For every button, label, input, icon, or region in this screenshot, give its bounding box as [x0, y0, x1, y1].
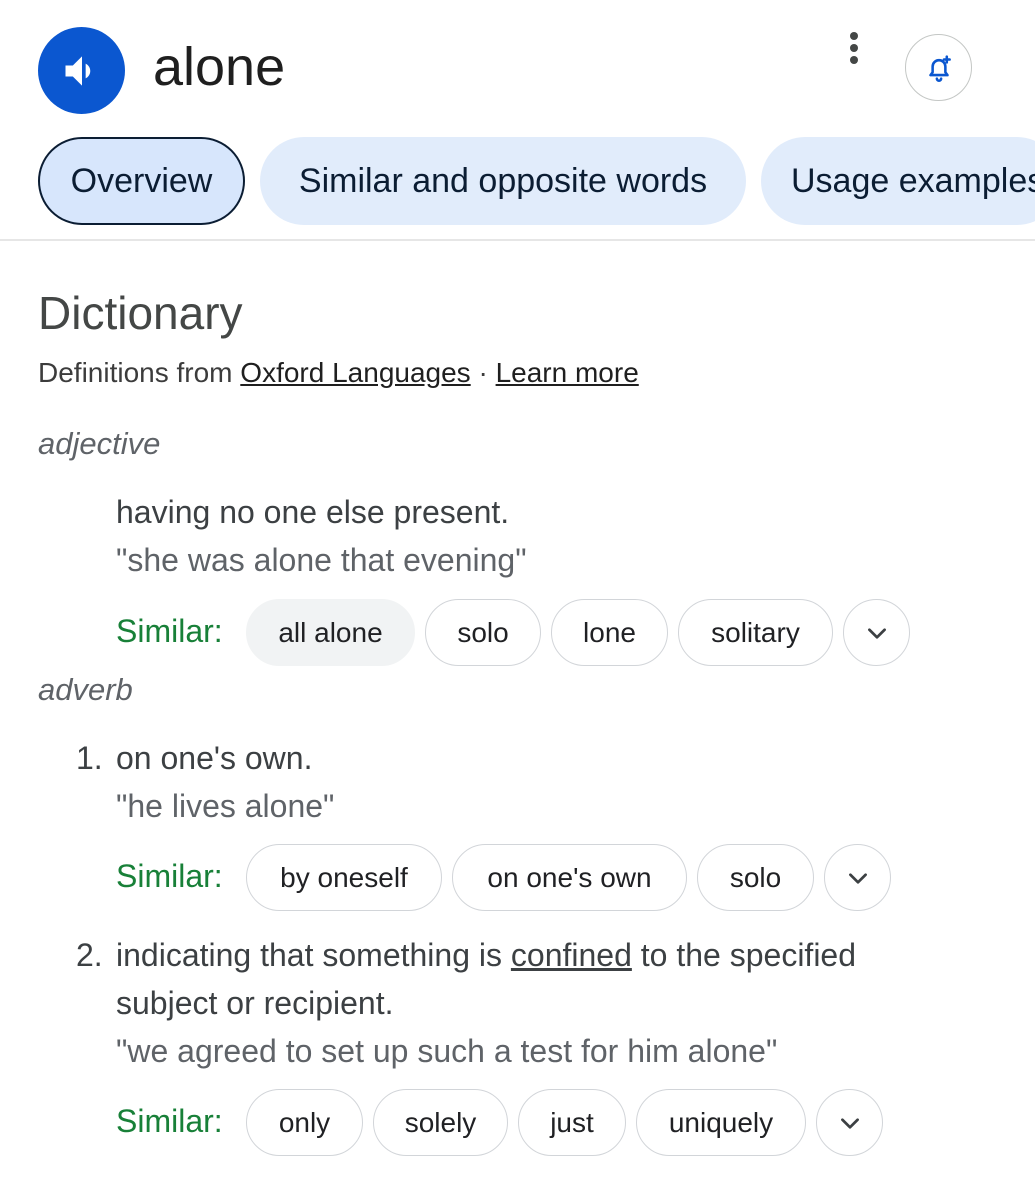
similar-chip[interactable]: solo: [697, 844, 814, 911]
more-vert-icon[interactable]: [838, 28, 870, 68]
definition-text: to the specified: [631, 937, 857, 973]
part-of-speech-adverb: adverb: [38, 672, 133, 707]
similar-chip[interactable]: solely: [373, 1089, 508, 1156]
source-prefix: Definitions from: [38, 357, 241, 388]
definition-text: indicating that something is: [116, 937, 511, 973]
learn-more-link[interactable]: Learn more: [496, 357, 639, 388]
expand-similar-button[interactable]: [816, 1089, 883, 1156]
expand-similar-button[interactable]: [843, 599, 910, 666]
tab-usage-examples[interactable]: Usage examples: [761, 137, 1035, 225]
pronunciation-button[interactable]: [38, 27, 125, 114]
dictionary-title: Dictionary: [38, 287, 243, 339]
similar-chip[interactable]: by oneself: [246, 844, 442, 911]
similar-chip[interactable]: solitary: [678, 599, 833, 666]
similar-chip[interactable]: uniquely: [636, 1089, 806, 1156]
expand-similar-button[interactable]: [824, 844, 891, 911]
similar-chip[interactable]: solo: [425, 599, 541, 666]
source-separator: ·: [470, 357, 496, 388]
tab-similar-and-opposite-words[interactable]: Similar and opposite words: [260, 137, 746, 225]
definition: indicating that something is confined to…: [116, 931, 856, 979]
example: "we agreed to set up such a test for him…: [116, 1033, 778, 1069]
confined-link[interactable]: confined: [511, 937, 632, 973]
tab-overview[interactable]: Overview: [38, 137, 245, 225]
similar-label: Similar:: [116, 1103, 223, 1139]
chevron-down-icon: [867, 627, 886, 639]
example: "he lives alone": [116, 788, 335, 824]
definition: having no one else present.: [116, 494, 510, 530]
definition: on one's own.: [116, 740, 313, 776]
add-alert-button[interactable]: [905, 34, 972, 101]
definition-continued: subject or recipient.: [116, 985, 394, 1021]
sense-number: 1.: [76, 740, 103, 776]
headword: alone: [153, 37, 286, 97]
similar-chip[interactable]: all alone: [246, 599, 415, 666]
oxford-languages-link[interactable]: Oxford Languages: [240, 357, 470, 388]
header: alone: [0, 0, 1035, 130]
similar-chip[interactable]: lone: [551, 599, 668, 666]
example: "she was alone that evening": [116, 542, 527, 578]
similar-chip[interactable]: just: [518, 1089, 626, 1156]
similar-label: Similar:: [116, 613, 223, 649]
divider: [0, 239, 1035, 241]
sense-number: 2.: [76, 937, 103, 973]
chevron-down-icon: [848, 872, 867, 884]
similar-label: Similar:: [116, 858, 223, 894]
bell-add-icon: [928, 54, 951, 82]
similar-chip[interactable]: on one's own: [452, 844, 687, 911]
chevron-down-icon: [840, 1117, 859, 1129]
speaker-icon: [65, 55, 90, 86]
source-line: Definitions from Oxford Languages · Lear…: [38, 355, 639, 391]
similar-chip[interactable]: only: [246, 1089, 363, 1156]
part-of-speech-adjective: adjective: [38, 426, 161, 461]
